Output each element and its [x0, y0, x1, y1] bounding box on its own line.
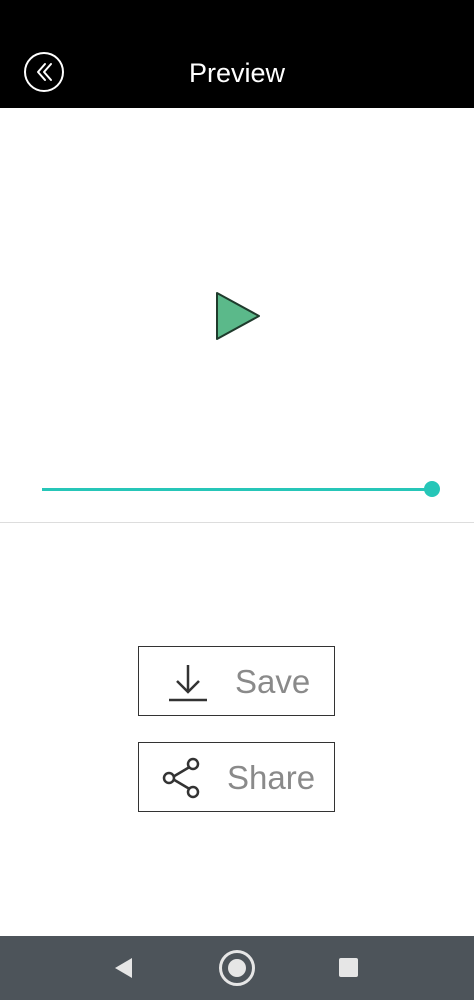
page-title: Preview [188, 58, 286, 88]
download-icon [169, 665, 207, 702]
progress-thumb[interactable] [424, 481, 440, 497]
save-label: Save [235, 663, 311, 700]
play-button[interactable] [214, 291, 262, 341]
save-button[interactable]: Save [138, 646, 335, 716]
share-label: Share [227, 759, 316, 796]
app-header: Preview [0, 0, 474, 108]
nav-back-triangle-icon[interactable] [112, 956, 136, 980]
nav-recent-square-icon[interactable] [339, 958, 358, 977]
divider [0, 522, 474, 523]
progress-bar[interactable] [42, 481, 440, 497]
nav-home-circle-icon[interactable] [218, 949, 256, 987]
progress-fill [42, 488, 432, 491]
play-icon [216, 292, 260, 340]
system-navigation-bar [0, 936, 474, 1000]
preview-screen: Preview Save Share [0, 0, 474, 1000]
share-button[interactable]: Share [138, 742, 335, 812]
share-icon [162, 757, 200, 799]
